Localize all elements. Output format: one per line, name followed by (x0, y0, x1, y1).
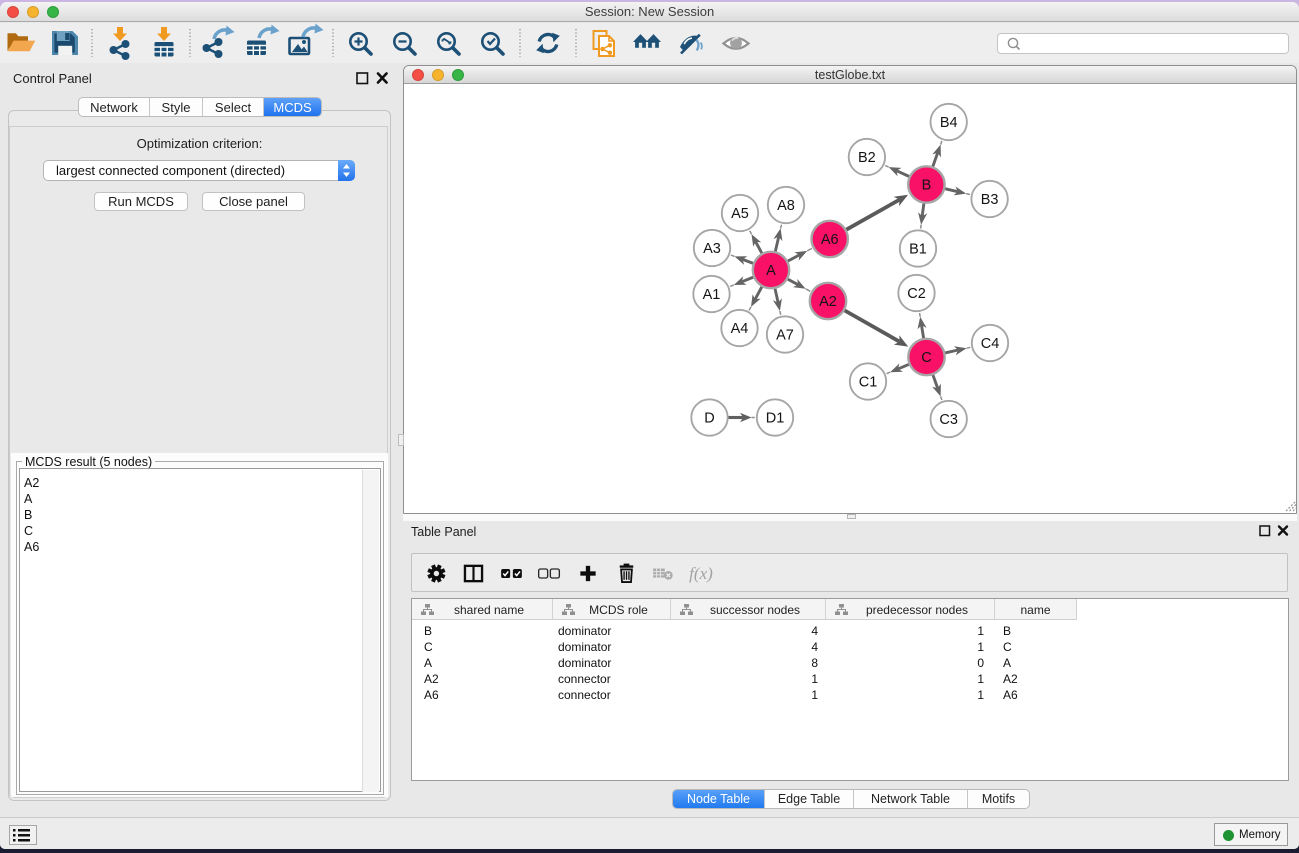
svg-text:f(x): f(x) (689, 564, 713, 583)
